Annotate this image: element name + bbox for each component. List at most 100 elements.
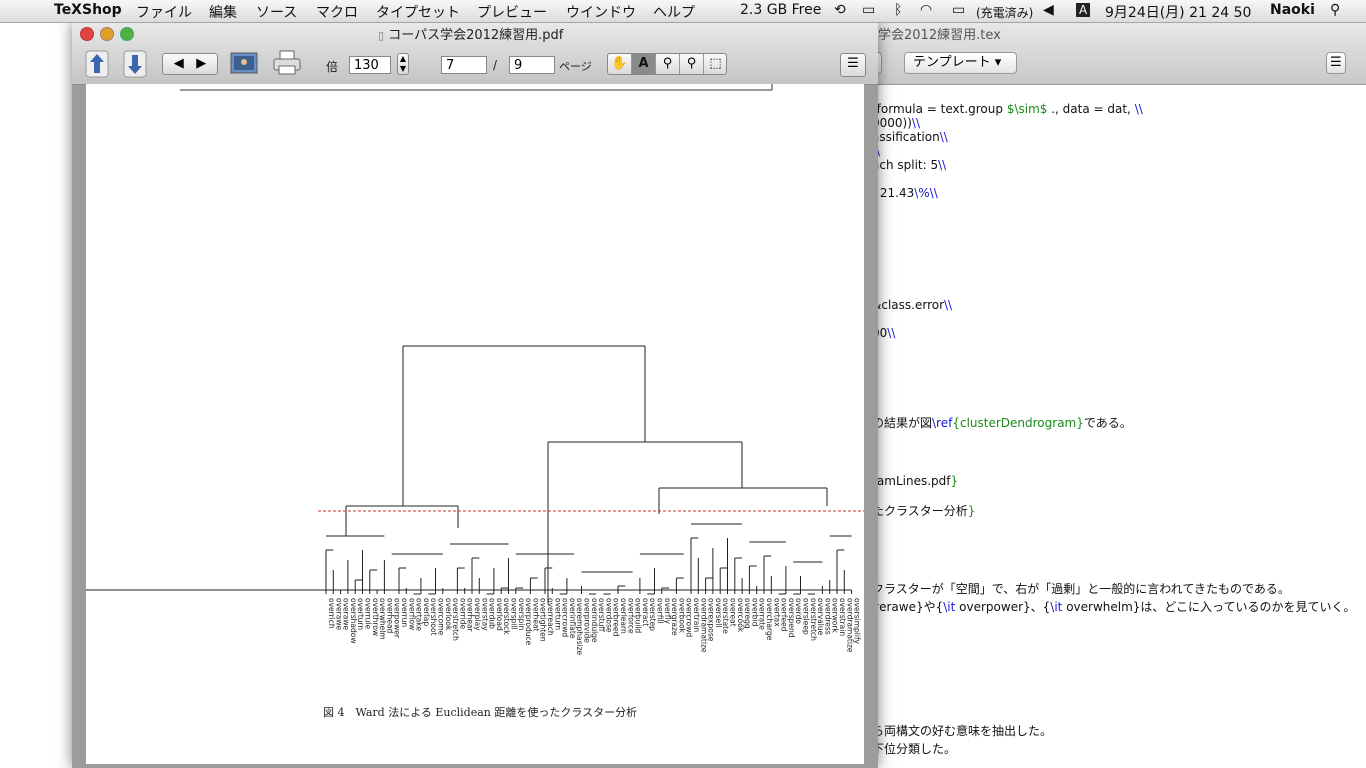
clock[interactable]: 9月24日(月) 21 24 50 — [1105, 2, 1251, 22]
tex-source-line[interactable]: 0000))\\ — [872, 116, 920, 130]
pdf-page[interactable]: overrich overawe overawe overshadow overturn… — [86, 84, 864, 764]
dendrogram-tree — [86, 345, 853, 604]
user-name[interactable]: Naoki — [1270, 2, 1315, 18]
zoom-field[interactable]: 130 — [349, 56, 391, 74]
memory-status[interactable]: 2.3 GB Free — [740, 2, 821, 18]
page-total-field: 9 — [509, 56, 555, 74]
wifi-icon[interactable]: ◠ — [920, 2, 932, 18]
tex-source-line[interactable]: (formula = text.group $\sim$ ., data = d… — [872, 102, 1143, 116]
menu-edit[interactable]: 編集 — [209, 2, 237, 22]
tex-token: \\ — [944, 298, 953, 312]
menu-source[interactable]: ソース — [256, 2, 297, 22]
tex-token: (formula = text.group — [872, 102, 1007, 116]
tex-source-line[interactable]: たクラスター分析} — [872, 502, 975, 519]
pdf-preview-window: ▯ コーパス学会2012練習用.pdf ◀ ▶ 倍 130 ▲ ▼ 7 / 9 ペ… — [72, 22, 878, 768]
menu-macro[interactable]: マクロ — [316, 2, 358, 22]
pdf-toolbar: ▯ コーパス学会2012練習用.pdf ◀ ▶ 倍 130 ▲ ▼ 7 / 9 ペ… — [72, 22, 878, 85]
tex-token: \\ — [911, 116, 920, 130]
tex-token: \%\\ — [914, 186, 938, 200]
menu-app-name[interactable]: TeXShop — [54, 2, 122, 18]
next-page-down-icon[interactable] — [122, 50, 148, 78]
marquee-select-tool-icon[interactable]: ⬚ — [704, 54, 727, 74]
tex-token: である。 — [1083, 416, 1132, 430]
menu-window[interactable]: ウインドウ — [566, 2, 636, 22]
tex-toolbar-toggle[interactable]: ☰ — [1326, 52, 1346, 74]
menu-help[interactable]: ヘルプ — [653, 2, 695, 22]
back-arrow-icon[interactable]: ◀ — [174, 56, 184, 71]
hand-tool-icon[interactable]: ✋ — [608, 54, 632, 74]
tex-token: クラスターが「空間」で、右が「過剰」と一般的に言われてきたものである。 — [872, 582, 1290, 596]
menu-typeset[interactable]: タイプセット — [376, 2, 460, 22]
tex-source-line[interactable]: クラスターが「空間」で、右が「過剰」と一般的に言われてきたものである。 — [872, 580, 1290, 597]
tex-source-line[interactable]: ramLines.pdf} — [872, 474, 958, 488]
battery-status[interactable]: (充電済み) — [976, 4, 1033, 21]
spotlight-icon[interactable]: ⚲ — [1330, 2, 1340, 18]
zoom-stepper[interactable]: ▲ ▼ — [397, 53, 409, 75]
picture-icon[interactable] — [230, 51, 258, 75]
tex-token: \it — [943, 600, 956, 614]
display-icon[interactable]: ▭ — [862, 2, 875, 18]
tex-token: の結果が図 — [872, 416, 933, 430]
tex-source-line[interactable]: &class.error\\ — [872, 298, 952, 312]
tex-token: overwhelm}は、どこに入っているのかを見ていく。 — [1062, 600, 1356, 614]
tex-token: 下位分類した。 — [872, 742, 957, 756]
time-machine-icon[interactable]: ⟲ — [834, 2, 846, 18]
forward-arrow-icon[interactable]: ▶ — [196, 56, 206, 71]
mouse-mode-tools: ✋ A ⚲ ⚲ ⬚ — [607, 53, 727, 75]
tex-token: $\sim$ — [1006, 102, 1048, 116]
tex-token: ach split: 5 — [872, 158, 939, 172]
tex-token: } — [967, 504, 976, 518]
previous-page-up-icon[interactable] — [84, 50, 110, 78]
tex-source-line[interactable]: verawe}や{\it overpower}、{\it overwhelm}は… — [872, 598, 1355, 615]
tex-token: &class.error — [872, 298, 945, 312]
tex-token: : 21.43 — [872, 186, 915, 200]
magnify-region-tool-icon[interactable]: ⚲ — [680, 54, 704, 74]
tex-source-line[interactable]: ら両構文の好む意味を抽出した。 — [872, 722, 1052, 739]
tex-token: \\ — [939, 130, 948, 144]
bluetooth-icon[interactable]: ᛒ — [894, 2, 902, 18]
tex-token: \ref — [932, 416, 953, 430]
volume-icon[interactable]: ◀ — [1043, 2, 1054, 18]
tex-token: } — [950, 474, 959, 488]
close-button[interactable] — [80, 27, 94, 41]
dendrogram-figure: overrichoveraweoveraweovershadowoverturn… — [86, 84, 864, 656]
tex-window-title: 学会2012練習用.tex — [878, 28, 1001, 43]
pdf-title-text: コーパス学会2012練習用.pdf — [388, 28, 564, 43]
tex-source-line[interactable]: : 21.43\%\\ — [872, 186, 938, 200]
dendrogram-leaf-label: oversimplify — [853, 598, 862, 644]
zoom-button[interactable] — [120, 27, 134, 41]
tex-token: たクラスター分析 — [872, 504, 968, 518]
magnify-tool-icon[interactable]: ⚲ — [656, 54, 680, 74]
battery-icon[interactable]: ▭ — [952, 2, 965, 18]
minimize-button[interactable] — [100, 27, 114, 41]
tex-source-line[interactable]: assification\\ — [872, 130, 948, 144]
dendrogram-leaf-labels: overrichoveraweoveraweovershadowoverturn… — [327, 598, 862, 656]
tex-token: ramLines.pdf — [872, 474, 951, 488]
tex-token: overpower}、{ — [955, 600, 1051, 614]
input-method-icon[interactable]: A — [1076, 3, 1091, 17]
template-popup[interactable]: テンプレート ▾ — [904, 52, 1017, 74]
figure-caption: 図 4 Ward 法による Euclidean 距離を使ったクラスター分析 — [323, 706, 638, 719]
tex-token: \\ — [938, 158, 947, 172]
tex-token: \\ — [887, 326, 896, 340]
menu-preview[interactable]: プレビュー — [477, 2, 547, 22]
tex-token: verawe}や{ — [872, 600, 944, 614]
tex-source-line[interactable]: ach split: 5\\ — [872, 158, 946, 172]
back-forward-buttons[interactable]: ◀ ▶ — [162, 53, 218, 75]
tex-token: \it — [1050, 600, 1063, 614]
menu-file[interactable]: ファイル — [136, 2, 192, 22]
pdf-toolbar-toggle[interactable]: ☰ — [840, 53, 866, 77]
tex-token: assification — [872, 130, 940, 144]
pdf-document-icon: ▯ — [378, 29, 385, 42]
template-label: テンプレート — [913, 55, 991, 70]
page-number-field[interactable]: 7 — [441, 56, 487, 74]
menu-bar: TeXShop ファイル 編集 ソース マクロ タイプセット プレビュー ウイン… — [0, 0, 1366, 23]
tex-token: {clusterDendrogram} — [952, 416, 1084, 430]
text-select-tool-icon[interactable]: A — [632, 54, 656, 74]
tex-toolbar: 学会2012練習用.tex ▾ テンプレート ▾ ☰ — [820, 22, 1366, 85]
page-suffix-label: ページ — [559, 60, 592, 73]
printer-icon[interactable] — [272, 49, 302, 77]
tex-source-line[interactable]: 下位分類した。 — [872, 740, 956, 757]
zoom-label: 倍 — [326, 60, 339, 74]
tex-source-line[interactable]: の結果が図\ref{clusterDendrogram}である。 — [872, 414, 1132, 431]
